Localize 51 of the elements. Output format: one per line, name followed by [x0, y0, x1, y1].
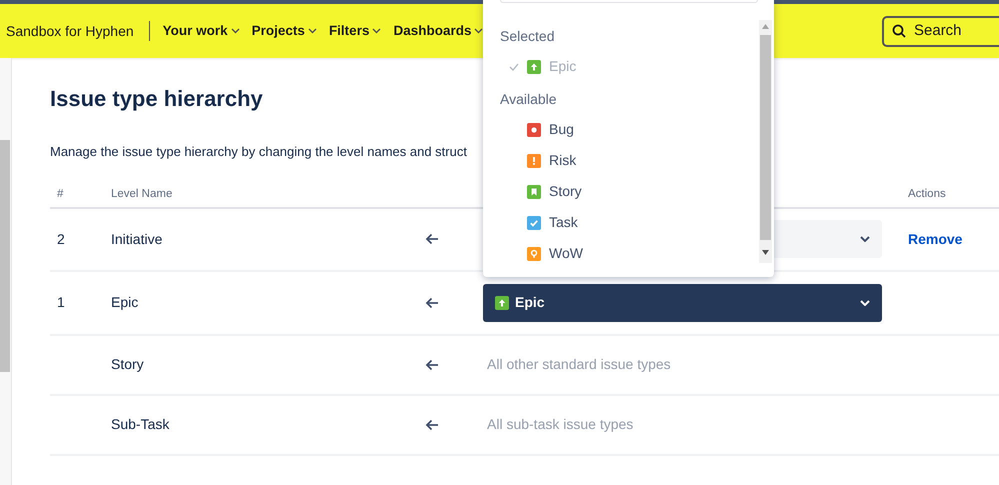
level-name: Story [111, 355, 144, 374]
scrollbar[interactable] [0, 140, 10, 372]
arrow-down-icon[interactable] [762, 250, 769, 255]
nav-menu[interactable]: Filters [328, 20, 382, 42]
chevron-down-icon [860, 300, 870, 306]
level-name: Initiative [111, 230, 162, 248]
issue-type-option[interactable]: Bug [483, 114, 753, 145]
arrow-left-icon [425, 358, 439, 370]
group-heading: Selected [500, 27, 554, 45]
chevron-down-icon [474, 28, 484, 34]
issue-type-option[interactable]: Story [483, 176, 753, 207]
issue-type-option[interactable]: Risk [483, 145, 753, 176]
arrow-left-icon [425, 233, 439, 245]
issue-type-option[interactable]: Task [483, 207, 753, 238]
chevron-down-icon [230, 28, 240, 34]
remove-link[interactable]: Remove [908, 228, 962, 250]
level-number: 1 [57, 293, 65, 312]
search-field[interactable]: Search [882, 16, 999, 46]
column-header: # [57, 188, 64, 200]
level-name: Sub-Task [111, 415, 170, 434]
epic-icon [527, 60, 541, 74]
site-name[interactable]: Sandbox for Hyphen [6, 20, 134, 42]
level-number: 2 [57, 230, 65, 248]
arrow-left-icon [425, 418, 439, 430]
bug-icon [527, 122, 541, 136]
issue-type-select[interactable]: Epic [483, 284, 882, 322]
page-description: Manage the issue type hierarchy by changing the level names and struct [50, 143, 467, 161]
chevron-down-icon [308, 28, 317, 34]
checkmark-icon [527, 216, 541, 230]
nav-menu[interactable]: Projects [252, 20, 317, 42]
lightbulb-icon [527, 246, 541, 260]
epic-icon [495, 296, 509, 310]
issue-type-option[interactable]: WoW [483, 238, 753, 269]
nav-menu[interactable]: Dashboards [393, 20, 484, 42]
scrollbar[interactable] [759, 20, 772, 263]
bookmark-icon [527, 184, 541, 198]
arrow-up-icon[interactable] [762, 24, 769, 29]
group-heading: Available [500, 90, 557, 108]
column-header: Level Name [111, 188, 172, 200]
nav-menu[interactable]: Your work [162, 20, 240, 42]
chevron-down-icon [372, 28, 382, 34]
checkmark-icon [509, 62, 519, 70]
mapping-text: All other standard issue types [486, 355, 671, 374]
mapping-text: All sub-task issue types [486, 415, 634, 434]
exclamation-icon [527, 154, 541, 168]
page-title: Issue type hierarchy [50, 85, 263, 113]
arrow-left-icon [425, 296, 439, 308]
level-name: Epic [111, 293, 138, 312]
column-header: Actions [908, 188, 946, 200]
search-icon [892, 24, 906, 38]
chevron-down-icon [860, 236, 870, 242]
